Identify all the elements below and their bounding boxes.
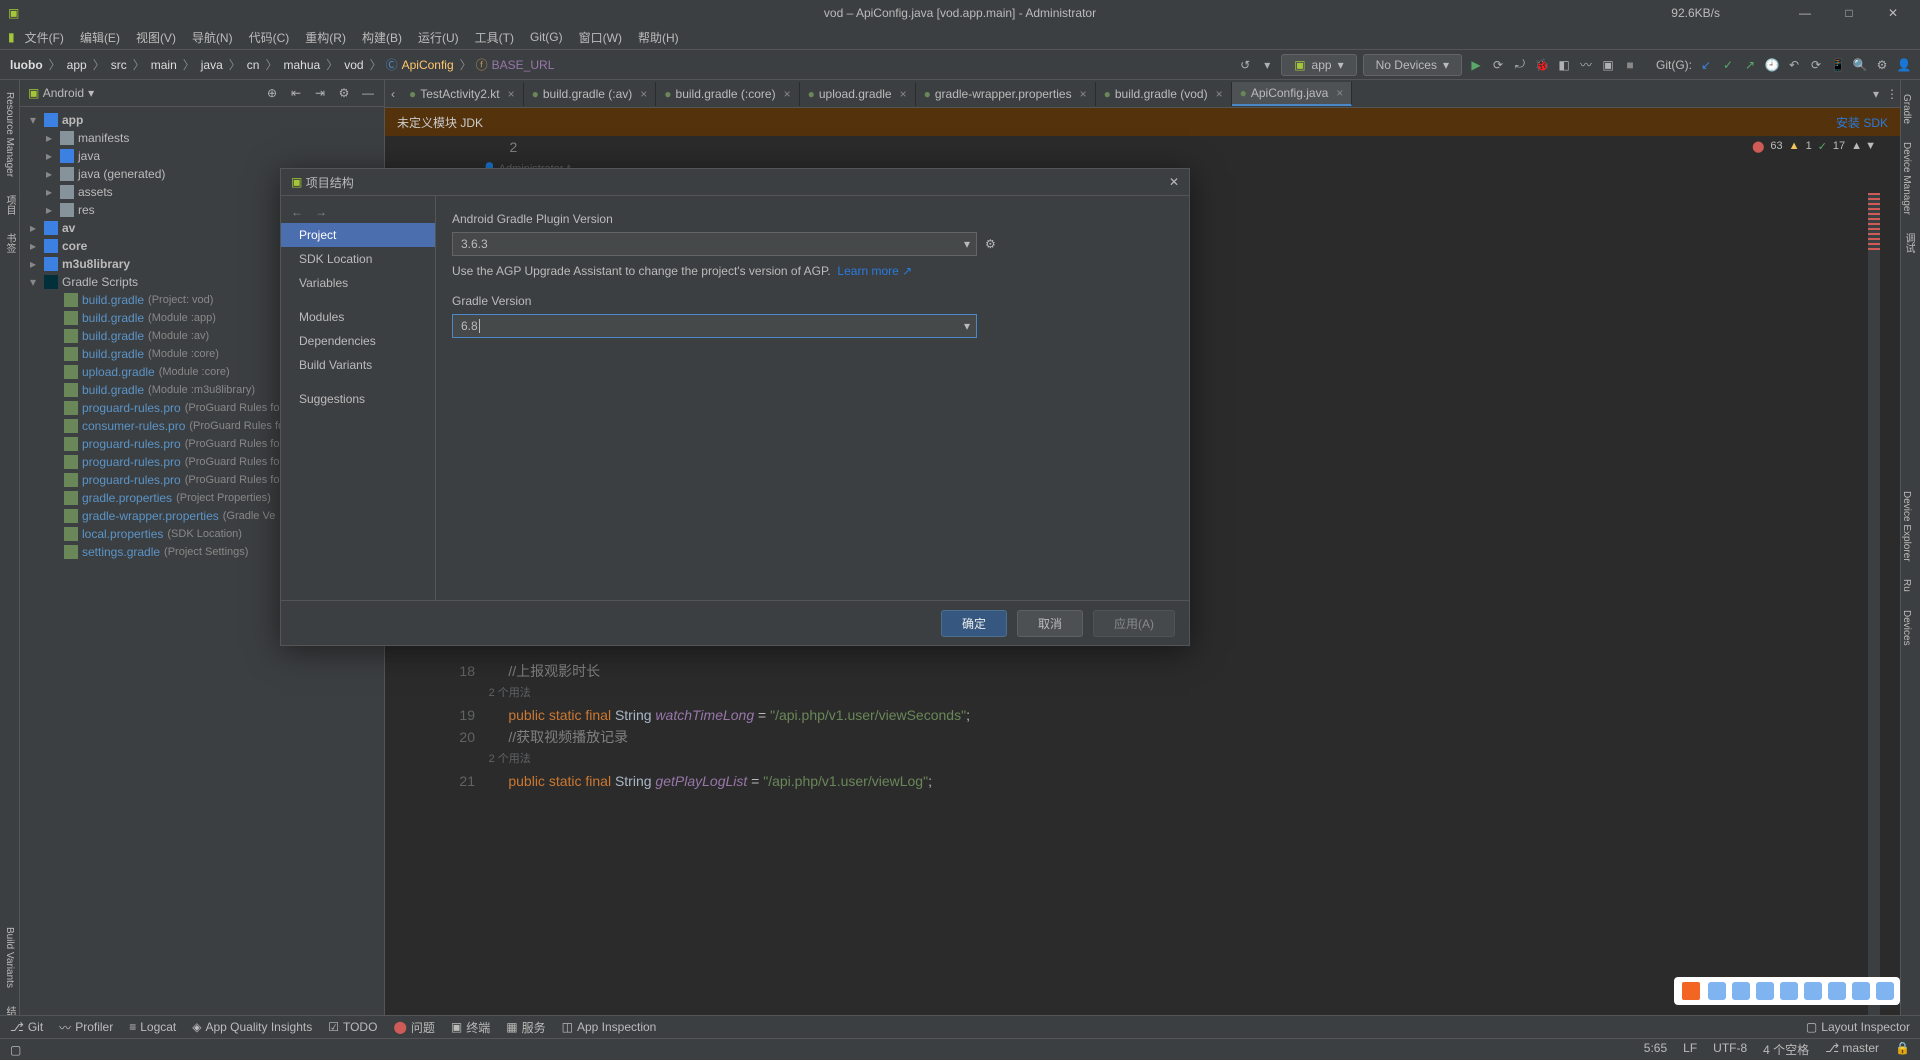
- nav-project[interactable]: Project: [281, 223, 435, 247]
- nav-forward-icon[interactable]: →: [315, 205, 327, 219]
- ime-voice-icon[interactable]: [1756, 982, 1774, 1000]
- gradle-version-label: Gradle Version: [452, 294, 1173, 308]
- bottom-services[interactable]: ▦ 服务: [506, 1019, 545, 1036]
- nav-dependencies[interactable]: Dependencies: [281, 329, 435, 353]
- bottom-git[interactable]: ⎇ Git: [10, 1020, 43, 1034]
- ok-button[interactable]: 确定: [941, 610, 1007, 637]
- agp-help-text: Use the AGP Upgrade Assistant to change …: [452, 264, 831, 278]
- ime-tool-icon[interactable]: [1828, 982, 1846, 1000]
- ime-skin-icon[interactable]: [1804, 982, 1822, 1000]
- bottom-toolbar: ⎇ Git 〰 Profiler ≡ Logcat ◈ App Quality …: [0, 1015, 1920, 1038]
- status-encoding[interactable]: UTF-8: [1713, 1041, 1747, 1058]
- nav-build-variants[interactable]: Build Variants: [281, 353, 435, 377]
- agp-version-label: Android Gradle Plugin Version: [452, 212, 1173, 226]
- bottom-logcat[interactable]: ≡ Logcat: [129, 1020, 176, 1034]
- status-lock-icon[interactable]: 🔒: [1895, 1041, 1910, 1058]
- ime-punct-icon[interactable]: [1732, 982, 1750, 1000]
- ime-grid-icon[interactable]: [1852, 982, 1870, 1000]
- close-dialog-button[interactable]: ✕: [1169, 175, 1179, 189]
- cancel-button[interactable]: 取消: [1017, 610, 1083, 637]
- bottom-quality[interactable]: ◈ App Quality Insights: [192, 1020, 312, 1034]
- ime-keyboard-icon[interactable]: [1780, 982, 1798, 1000]
- bottom-profiler[interactable]: 〰 Profiler: [59, 1019, 113, 1036]
- nav-suggestions[interactable]: Suggestions: [281, 387, 435, 411]
- dialog-nav: ← → Project SDK Location Variables Modul…: [281, 196, 436, 600]
- apply-button[interactable]: 应用(A): [1093, 610, 1175, 637]
- agp-version-combo[interactable]: 3.6.3▾: [452, 232, 977, 256]
- project-structure-dialog: ▣ 项目结构 ✕ ← → Project SDK Location Variab…: [280, 168, 1190, 646]
- dialog-overlay: ▣ 项目结构 ✕ ← → Project SDK Location Variab…: [0, 0, 1920, 1060]
- bottom-terminal[interactable]: ▣ 终端: [451, 1019, 490, 1036]
- status-tip-icon[interactable]: ▢: [10, 1043, 21, 1057]
- nav-sdk[interactable]: SDK Location: [281, 247, 435, 271]
- bottom-todo[interactable]: ☑ TODO: [328, 1020, 377, 1034]
- dialog-title: 项目结构: [306, 174, 354, 191]
- ime-gear-icon[interactable]: [1876, 982, 1894, 1000]
- ime-toolbar[interactable]: [1674, 977, 1900, 1005]
- status-branch[interactable]: ⎇ master: [1825, 1041, 1879, 1058]
- ime-lang-icon[interactable]: [1708, 982, 1726, 1000]
- gradle-version-combo[interactable]: 6.8▾: [452, 314, 977, 338]
- status-indent[interactable]: 4 个空格: [1763, 1041, 1809, 1058]
- bottom-inspection[interactable]: ◫ App Inspection: [562, 1020, 657, 1034]
- nav-variables[interactable]: Variables: [281, 271, 435, 295]
- status-lineending[interactable]: LF: [1683, 1041, 1697, 1058]
- agp-gear-icon[interactable]: ⚙: [985, 237, 996, 251]
- nav-back-icon[interactable]: ←: [291, 205, 303, 219]
- nav-modules[interactable]: Modules: [281, 305, 435, 329]
- status-bar: ▢ 5:65 LF UTF-8 4 个空格 ⎇ master 🔒: [0, 1038, 1920, 1060]
- status-position[interactable]: 5:65: [1644, 1041, 1667, 1058]
- bottom-problems[interactable]: ⬤ 问题: [393, 1019, 434, 1036]
- learn-more-link[interactable]: Learn more ↗: [837, 264, 912, 278]
- bottom-layout-inspector[interactable]: ▢ Layout Inspector: [1806, 1020, 1910, 1034]
- sogou-logo-icon: [1680, 980, 1702, 1002]
